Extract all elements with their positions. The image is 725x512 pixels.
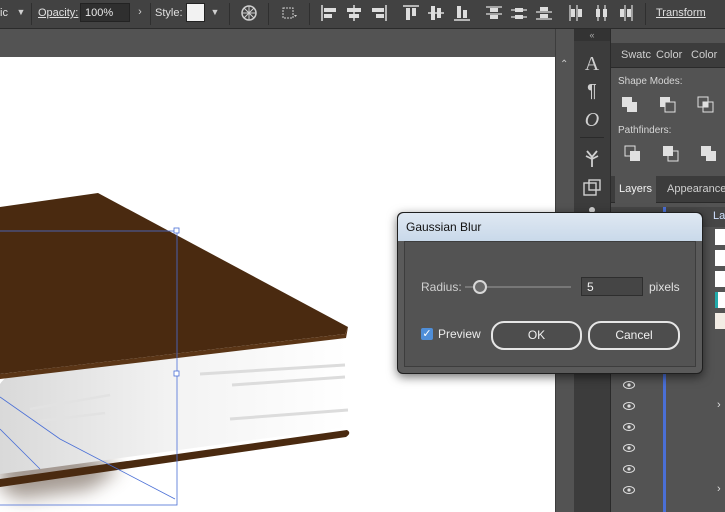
scroll-up-icon[interactable]: ⌃ (560, 59, 568, 70)
control-bar: ic ▼ Opacity: 100% › Style: ▼ Transform (0, 0, 725, 29)
merge-icon[interactable] (699, 144, 719, 164)
puppet-warp-icon[interactable] (581, 147, 603, 169)
tab-color[interactable]: Color (652, 43, 686, 67)
divider (229, 3, 230, 25)
style-dropdown-value[interactable]: ic (0, 7, 8, 19)
graphic-style-swatch[interactable] (186, 3, 205, 22)
layer-name[interactable]: La (713, 210, 725, 222)
align-top-icon[interactable] (402, 4, 420, 22)
chevron-down-icon[interactable]: ▼ (13, 3, 29, 22)
align-left-icon[interactable] (320, 4, 338, 22)
expand-icon[interactable]: › (717, 399, 721, 411)
layer-thumbnail (715, 271, 725, 287)
tab-appearance[interactable]: Appearance (663, 176, 725, 202)
align-right-icon[interactable] (370, 4, 388, 22)
align-bottom-icon[interactable] (453, 4, 471, 22)
distribute-left-icon[interactable] (567, 4, 585, 22)
align-horizontal-center-icon[interactable] (345, 4, 363, 22)
divider (31, 3, 32, 25)
dialog-title: Gaussian Blur (406, 220, 482, 234)
recolor-artwork-icon[interactable] (240, 4, 258, 22)
chevron-down-icon[interactable]: ▼ (207, 3, 223, 22)
divider (150, 3, 151, 25)
dialog-title-bar[interactable]: Gaussian Blur (398, 213, 702, 241)
radius-slider-thumb[interactable] (472, 280, 487, 294)
dialog-body: Radius: 5 pixels ✓ Preview OK Cancel (404, 241, 696, 367)
chevron-right-icon[interactable]: › (132, 3, 148, 22)
divide-icon[interactable] (623, 144, 643, 164)
radius-input[interactable]: 5 (581, 277, 643, 296)
layers-tab-row: Layers Appearance (611, 176, 725, 204)
unite-icon[interactable] (620, 95, 640, 115)
collapse-icon[interactable]: « (574, 29, 610, 41)
eye-icon[interactable] (623, 402, 635, 410)
paragraph-icon[interactable]: ¶ (581, 81, 603, 103)
align-to-icon[interactable] (281, 4, 299, 22)
distribute-center-icon[interactable] (510, 4, 528, 22)
ok-button[interactable]: OK (491, 321, 582, 350)
eye-icon[interactable] (623, 465, 635, 473)
preview-label[interactable]: Preview (438, 327, 481, 341)
selection-handle (173, 370, 180, 377)
tab-layers[interactable]: Layers (615, 176, 657, 204)
layer-thumbnail (715, 229, 725, 245)
trim-icon[interactable] (661, 144, 681, 164)
opacity-input[interactable]: 100% (80, 3, 130, 22)
gaussian-blur-dialog: Gaussian Blur Radius: 5 pixels ✓ Preview… (397, 212, 703, 374)
divider (268, 3, 269, 25)
distribute-right-icon[interactable] (617, 4, 635, 22)
opentype-icon[interactable]: O (581, 109, 603, 131)
eye-icon[interactable] (623, 444, 635, 452)
layer-thumbnail (715, 250, 725, 266)
shape-modes-label: Shape Modes: (618, 76, 683, 87)
divider (580, 137, 604, 138)
selection-handle (173, 227, 180, 234)
radius-unit: pixels (649, 280, 680, 294)
eye-icon[interactable] (623, 381, 635, 389)
cancel-button[interactable]: Cancel (588, 321, 680, 350)
radius-label: Radius: (421, 280, 462, 294)
divider (645, 3, 646, 25)
transform-link[interactable]: Transform (656, 7, 706, 19)
layer-thumbnail (715, 313, 725, 329)
layer-thumbnail (715, 292, 725, 308)
align-vertical-center-icon[interactable] (427, 4, 445, 22)
distribute-horizontal-center-icon[interactable] (592, 4, 610, 22)
eye-icon[interactable] (623, 423, 635, 431)
intersect-icon[interactable] (696, 95, 716, 115)
tab-color-guide[interactable]: Color (687, 43, 721, 67)
distribute-top-icon[interactable] (485, 4, 503, 22)
minus-front-icon[interactable] (658, 95, 678, 115)
style-label: Style: (155, 7, 183, 19)
eye-icon[interactable] (623, 486, 635, 494)
opacity-label[interactable]: Opacity: (38, 7, 78, 19)
divider (309, 3, 310, 25)
swatches-tab-row: Swatc Color Color (611, 43, 725, 68)
tab-swatches[interactable]: Swatc (617, 43, 655, 67)
character-panel-icon[interactable]: A (581, 53, 603, 75)
expand-icon[interactable]: › (717, 483, 721, 495)
distribute-bottom-icon[interactable] (535, 4, 553, 22)
preview-checkbox[interactable]: ✓ (421, 328, 433, 340)
pathfinders-label: Pathfinders: (618, 125, 672, 136)
artboard-icon[interactable] (581, 177, 603, 199)
